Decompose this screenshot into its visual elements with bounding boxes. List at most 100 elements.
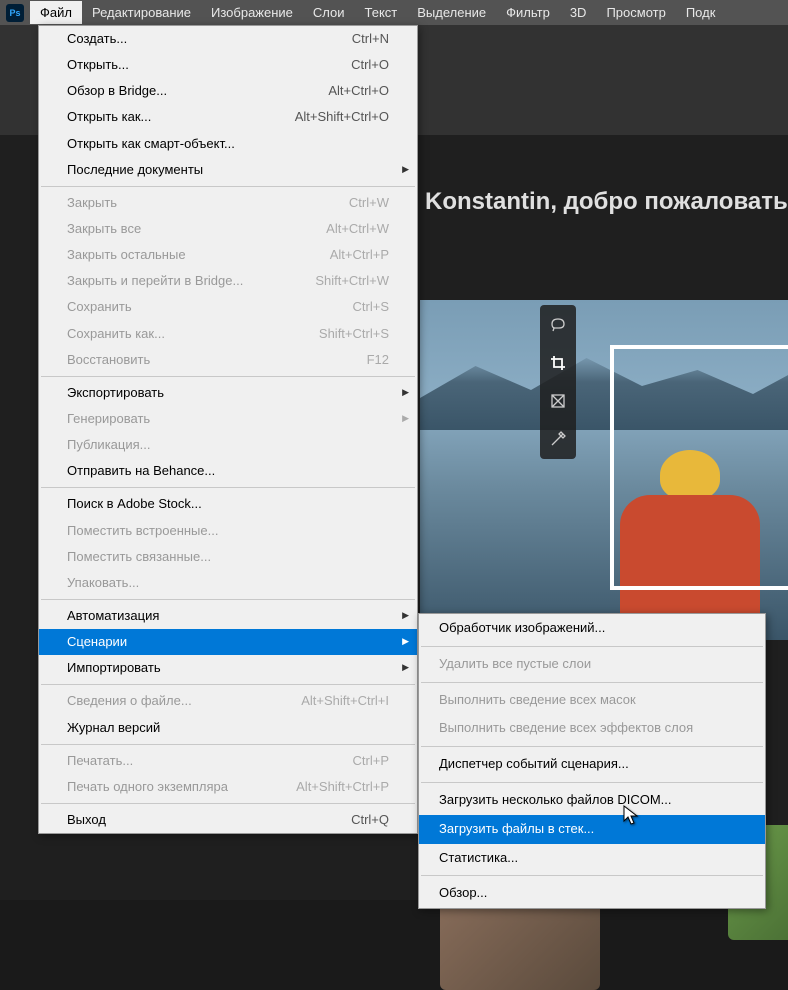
menu-item-shortcut: Ctrl+O — [351, 55, 389, 75]
menu-item-shortcut: Alt+Shift+Ctrl+O — [295, 107, 389, 127]
menubar-plugins[interactable]: Подк — [676, 1, 726, 24]
menu-item-shortcut: F12 — [367, 350, 389, 370]
menu-item-label: Отправить на Behance... — [67, 461, 215, 481]
file-menu-item[interactable]: Открыть как...Alt+Shift+Ctrl+O — [39, 104, 417, 130]
menu-item-label: Импортировать — [67, 658, 161, 678]
file-menu-item[interactable]: Автоматизация — [39, 603, 417, 629]
file-menu-item: Печать одного экземпляра Alt+Shift+Ctrl+P — [39, 774, 417, 800]
scripts-menu-item[interactable]: Загрузить файлы в стек... — [419, 815, 765, 844]
scripts-menu-item[interactable]: Обзор... — [419, 879, 765, 908]
menu-item-shortcut: Alt+Ctrl+O — [328, 81, 389, 101]
menu-item-label: Выход — [67, 810, 106, 830]
file-menu-item: Поместить встроенные... — [39, 518, 417, 544]
menubar-view[interactable]: Просмотр — [596, 1, 675, 24]
file-menu-item[interactable]: Последние документы — [39, 157, 417, 183]
menubar-select[interactable]: Выделение — [407, 1, 496, 24]
menu-item-label: Поиск в Adobe Stock... — [67, 494, 202, 514]
scripts-menu-separator — [421, 782, 763, 783]
menu-item-label: Открыть как смарт-объект... — [67, 134, 235, 154]
file-menu-item: Закрыть остальные Alt+Ctrl+P — [39, 242, 417, 268]
file-menu-item: Закрыть и перейти в Bridge...Shift+Ctrl+… — [39, 268, 417, 294]
file-menu-item: Сохранить Ctrl+S — [39, 294, 417, 320]
menubar-image[interactable]: Изображение — [201, 1, 303, 24]
menu-item-shortcut: Ctrl+P — [353, 751, 389, 771]
file-menu-item: Восстановить F12 — [39, 347, 417, 373]
scripts-menu-item[interactable]: Диспетчер событий сценария... — [419, 750, 765, 779]
file-menu-item[interactable]: Поиск в Adobe Stock... — [39, 491, 417, 517]
menu-item-label: Сохранить — [67, 297, 132, 317]
file-menu-item[interactable]: Журнал версий — [39, 715, 417, 741]
menubar-3d[interactable]: 3D — [560, 1, 597, 24]
file-menu-item[interactable]: Импортировать — [39, 655, 417, 681]
menu-item-shortcut: Ctrl+N — [352, 29, 389, 49]
menu-item-label: Последние документы — [67, 160, 203, 180]
file-menu-item[interactable]: Экспортировать — [39, 380, 417, 406]
scripts-menu-item: Выполнить сведение всех эффектов слоя — [419, 714, 765, 743]
ps-logo-icon[interactable]: Ps — [6, 4, 24, 22]
menu-item-shortcut: Alt+Shift+Ctrl+P — [296, 777, 389, 797]
crop-frame-overlay — [610, 345, 788, 590]
menubar-edit[interactable]: Редактирование — [82, 1, 201, 24]
menu-item-label: Сохранить как... — [67, 324, 165, 344]
menu-item-label: Сведения о файле... — [67, 691, 192, 711]
menu-item-label: Закрыть и перейти в Bridge... — [67, 271, 243, 291]
menu-item-label: Закрыть все — [67, 219, 141, 239]
file-menu-item[interactable]: Обзор в Bridge... Alt+Ctrl+O — [39, 78, 417, 104]
menu-item-shortcut: Alt+Ctrl+P — [330, 245, 389, 265]
menu-item-label: Обзор в Bridge... — [67, 81, 167, 101]
menu-item-shortcut: Ctrl+S — [353, 297, 389, 317]
file-menu-separator — [41, 803, 415, 804]
file-menu-item[interactable]: Открыть... Ctrl+O — [39, 52, 417, 78]
file-menu-item: Закрыть всеAlt+Ctrl+W — [39, 216, 417, 242]
lasso-icon[interactable] — [544, 311, 572, 339]
scripts-menu-item: Удалить все пустые слои — [419, 650, 765, 679]
menubar-text[interactable]: Текст — [355, 1, 408, 24]
file-menu-item[interactable]: Отправить на Behance... — [39, 458, 417, 484]
menu-item-label: Генерировать — [67, 409, 150, 429]
menu-item-label: Загрузить файлы в стек... — [439, 819, 594, 840]
welcome-heading: Konstantin, добро пожаловать в Ph — [425, 188, 788, 216]
menu-item-label: Восстановить — [67, 350, 150, 370]
file-menu-item: Поместить связанные... — [39, 544, 417, 570]
file-menu-item: Генерировать — [39, 406, 417, 432]
menu-item-label: Обработчик изображений... — [439, 618, 605, 639]
menu-item-label: Упаковать... — [67, 573, 139, 593]
menu-item-label: Сценарии — [67, 632, 127, 652]
scripts-menu-separator — [421, 875, 763, 876]
file-menu-item[interactable]: Создать... Ctrl+N — [39, 26, 417, 52]
file-menu-separator — [41, 744, 415, 745]
file-menu-item[interactable]: Сценарии — [39, 629, 417, 655]
scripts-menu-item[interactable]: Обработчик изображений... — [419, 614, 765, 643]
eyedropper-icon[interactable] — [544, 425, 572, 453]
file-menu-item: Сведения о файле... Alt+Shift+Ctrl+I — [39, 688, 417, 714]
menu-item-label: Открыть... — [67, 55, 129, 75]
menubar-layers[interactable]: Слои — [303, 1, 355, 24]
menu-item-label: Печать одного экземпляра — [67, 777, 228, 797]
file-menu-item: Печатать...Ctrl+P — [39, 748, 417, 774]
menu-item-label: Поместить встроенные... — [67, 521, 218, 541]
file-menu-dropdown: Создать... Ctrl+N Открыть... Ctrl+O Обзор в … — [38, 25, 418, 834]
scripts-menu-item[interactable]: Статистика... — [419, 844, 765, 873]
scripts-menu-item: Выполнить сведение всех масок — [419, 686, 765, 715]
menu-item-shortcut: Ctrl+W — [349, 193, 389, 213]
crop-icon[interactable] — [544, 349, 572, 377]
file-menu-separator — [41, 684, 415, 685]
menu-item-label: Закрыть остальные — [67, 245, 186, 265]
file-menu-item: Сохранить как... Shift+Ctrl+S — [39, 321, 417, 347]
menubar: Ps Файл Редактирование Изображение Слои … — [0, 0, 788, 25]
scripts-menu-item[interactable]: Загрузить несколько файлов DICOM... — [419, 786, 765, 815]
menu-item-shortcut: Shift+Ctrl+S — [319, 324, 389, 344]
menu-item-label: Удалить все пустые слои — [439, 654, 591, 675]
file-menu-item[interactable]: ВыходCtrl+Q — [39, 807, 417, 833]
file-menu-separator — [41, 186, 415, 187]
menubar-filter[interactable]: Фильтр — [496, 1, 560, 24]
menu-item-label: Создать... — [67, 29, 127, 49]
file-menu-item[interactable]: Открыть как смарт-объект... — [39, 131, 417, 157]
menubar-file[interactable]: Файл — [30, 1, 82, 24]
frame-icon[interactable] — [544, 387, 572, 415]
scripts-menu-separator — [421, 746, 763, 747]
menu-item-label: Выполнить сведение всех эффектов слоя — [439, 718, 693, 739]
menu-item-shortcut: Alt+Shift+Ctrl+I — [301, 691, 389, 711]
menu-item-label: Автоматизация — [67, 606, 159, 626]
menu-item-label: Экспортировать — [67, 383, 164, 403]
